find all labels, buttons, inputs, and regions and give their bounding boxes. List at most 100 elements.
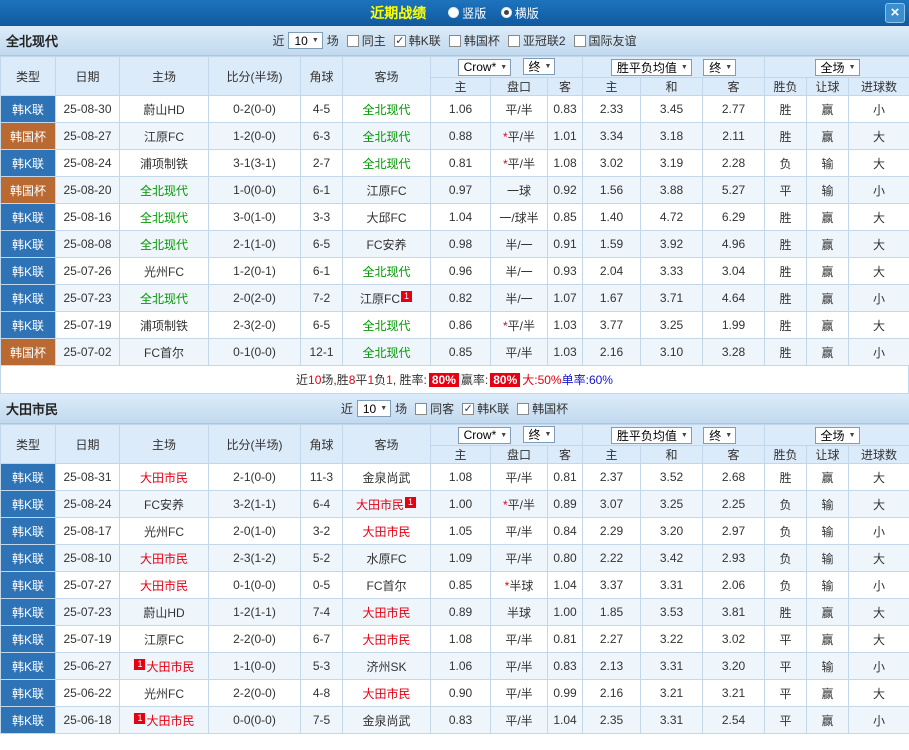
away-team-cell: 全北现代 [342, 257, 431, 285]
col-type: 类型 [0, 56, 56, 96]
checkbox-icon[interactable] [346, 34, 359, 47]
date-cell: 25-08-17 [55, 517, 120, 545]
odds-away: 1.04 [546, 706, 584, 734]
chevron-down-icon: ▼ [680, 431, 688, 439]
team-title: 全北现代 [6, 34, 59, 49]
col-date: 日期 [55, 424, 120, 464]
avg-home: 2.22 [582, 544, 642, 572]
radio-horizontal-icon[interactable] [500, 7, 512, 19]
odds-line: 半/一 [490, 257, 548, 285]
section-header-daejeon: 大田市民 近 10 ▼ 场 同客 ✓ 韩K联 韩国杯 [0, 394, 909, 424]
avg-draw: 3.18 [640, 122, 704, 150]
league-cell: 韩K联 [0, 517, 56, 545]
avg-dropdown[interactable]: 胜平负均值 ▼ [610, 426, 692, 444]
odds-home: 1.05 [430, 517, 491, 545]
view-radio-group: 竖版 横版 [438, 4, 539, 22]
match-count-dropdown[interactable]: 10 ▼ [288, 32, 323, 49]
team-name: 全北现代 [362, 345, 411, 360]
scope-dropdown[interactable]: 全场 ▼ [814, 426, 860, 444]
avg-draw: 3.92 [640, 230, 704, 258]
odds-stage-dropdown[interactable]: 终 ▼ [522, 426, 556, 444]
radio-horizontal-label[interactable]: 横版 [515, 6, 539, 20]
match-row: 韩国杯 25-08-20 全北现代 1-0(0-0) 6-1 江原FC 0.97 一球 0.92… [0, 176, 909, 204]
team-name: 江原FC [360, 291, 400, 306]
filter-checkbox[interactable]: ✓ 韩K联 [393, 32, 441, 49]
team-name: 光州FC [144, 524, 184, 539]
filter-checkbox[interactable]: ✓ 韩K联 [462, 400, 509, 417]
bookmaker-dropdown[interactable]: Crow* ▼ [457, 58, 512, 76]
match-count-dropdown[interactable]: 10 ▼ [356, 400, 392, 417]
checkbox-checked-icon[interactable]: ✓ [393, 34, 406, 47]
score-cell: 2-1(1-0) [208, 230, 301, 258]
col-odds-line: 盘口 [490, 77, 548, 96]
odds-line: *平/半 [490, 122, 548, 150]
league-cell: 韩K联 [0, 706, 56, 734]
match-row: 韩K联 25-08-10 大田市民 2-3(1-2) 5-2 水原FC 1.09 平/半 0.8… [0, 544, 909, 572]
home-team-cell: 全北现代 [119, 176, 209, 204]
away-team-cell: 江原FC 1 [342, 284, 431, 312]
avg-stage-dropdown[interactable]: 终 ▼ [703, 426, 737, 444]
checkbox-icon[interactable] [448, 34, 461, 47]
odds-line: 平/半 [490, 706, 548, 734]
odds-home: 1.09 [430, 544, 491, 572]
avg-stage-dropdown[interactable]: 终 ▼ [703, 58, 737, 76]
filter-checkbox[interactable]: 国际友谊 [573, 32, 637, 49]
avg-home: 3.07 [582, 490, 642, 518]
odds-away: 0.83 [546, 95, 584, 123]
radio-vertical-label[interactable]: 竖版 [462, 6, 486, 20]
team-name: 全北现代 [362, 264, 411, 279]
corner-cell: 3-3 [300, 203, 343, 231]
away-give-star: * [502, 156, 508, 171]
date-cell: 25-07-19 [55, 625, 120, 653]
close-icon[interactable]: × [885, 3, 905, 23]
corner-cell: 12-1 [300, 338, 343, 366]
home-team-cell: 大田市民 [119, 571, 209, 599]
score-cell: 0-0(0-0) [208, 706, 301, 734]
col-avg-home: 主 [582, 445, 642, 464]
away-team-cell: 大田市民 [342, 625, 431, 653]
checkbox-checked-icon[interactable]: ✓ [462, 402, 475, 415]
avg-home: 2.27 [582, 625, 642, 653]
score-cell: 0-1(0-0) [208, 571, 301, 599]
result-goals: 大 [848, 490, 909, 518]
checkbox-icon[interactable] [517, 402, 530, 415]
scope-dropdown[interactable]: 全场 ▼ [814, 58, 860, 76]
corner-cell: 7-5 [300, 706, 343, 734]
avg-dropdown[interactable]: 胜平负均值 ▼ [610, 58, 692, 76]
filter-checkbox[interactable]: 韩国杯 [517, 400, 568, 417]
checkbox-icon[interactable] [415, 402, 428, 415]
avg-away: 2.77 [702, 95, 766, 123]
avg-away: 4.64 [702, 284, 766, 312]
away-team-cell: 全北现代 [342, 338, 431, 366]
result-handicap: 赢 [806, 598, 850, 626]
odds-line: 平/半 [490, 652, 548, 680]
filter-checkbox[interactable]: 同主 [346, 32, 386, 49]
team-name: 全北现代 [362, 129, 411, 144]
filter-checkbox[interactable]: 亚冠联2 [507, 32, 566, 49]
team-title: 大田市民 [6, 402, 59, 417]
score-cell: 3-1(3-1) [208, 149, 301, 177]
team-name: 浦项制铁 [139, 318, 188, 333]
col-date: 日期 [55, 56, 120, 96]
score-cell: 1-2(0-0) [208, 122, 301, 150]
filter-checkbox[interactable]: 同客 [415, 400, 454, 417]
col-result-goals: 进球数 [848, 445, 909, 464]
home-team-cell: 江原FC [119, 122, 209, 150]
date-cell: 25-07-19 [55, 311, 120, 339]
checkbox-icon[interactable] [507, 34, 520, 47]
team-name: 大田市民 [355, 497, 404, 512]
filter-checkbox[interactable]: 韩国杯 [448, 32, 500, 49]
team-name: 大田市民 [362, 686, 411, 701]
checkbox-label: 同主 [361, 34, 386, 48]
match-row: 韩K联 25-07-27 大田市民 0-1(0-0) 0-5 FC首尔 0.85 *半球 1.0… [0, 571, 909, 599]
checkbox-icon[interactable] [573, 34, 586, 47]
radio-vertical-icon[interactable] [448, 7, 460, 19]
col-result-handicap: 让球 [806, 77, 850, 96]
home-team-cell: 大田市民 [119, 463, 209, 491]
odds-stage-dropdown[interactable]: 终 ▼ [522, 58, 556, 76]
result-wdl: 平 [764, 652, 808, 680]
avg-draw: 3.19 [640, 149, 704, 177]
avg-home: 3.34 [582, 122, 642, 150]
avg-away: 1.99 [702, 311, 766, 339]
bookmaker-dropdown[interactable]: Crow* ▼ [457, 426, 512, 444]
